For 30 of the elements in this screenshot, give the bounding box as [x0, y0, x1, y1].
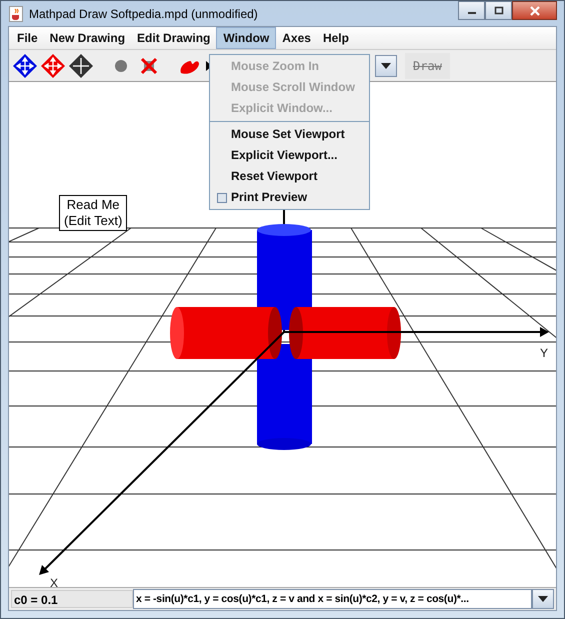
- window-title: Mathpad Draw Softpedia.mpd (unmodified): [29, 6, 259, 20]
- menu-item[interactable]: Axes: [276, 27, 317, 49]
- maximize-icon: [494, 6, 504, 15]
- close-button[interactable]: [512, 1, 557, 20]
- menu-item[interactable]: Reset Viewport: [210, 166, 369, 187]
- menu-item[interactable]: Window: [216, 27, 276, 49]
- menu-item[interactable]: Help: [316, 27, 355, 49]
- java-cup-icon: [9, 6, 23, 22]
- diamond-arrows-icon[interactable]: [11, 52, 39, 80]
- checkbox[interactable]: [217, 192, 227, 202]
- axis-label: Y: [540, 346, 548, 360]
- axis-label: X: [50, 576, 58, 587]
- caret-icon: [538, 596, 548, 602]
- text-note[interactable]: Read Me (Edit Text): [59, 195, 128, 231]
- menu-item[interactable]: Edit Drawing: [131, 27, 216, 49]
- close-icon: [528, 6, 540, 16]
- menu-item[interactable]: File: [11, 27, 44, 49]
- constant-field[interactable]: c0 = 0.1: [11, 590, 133, 608]
- menu-item[interactable]: Mouse Set Viewport: [210, 124, 369, 145]
- minimize-button[interactable]: [458, 1, 485, 20]
- dark-diamond-icon[interactable]: [67, 52, 95, 80]
- dropdown-button[interactable]: [532, 589, 554, 609]
- caret-icon: [381, 62, 391, 68]
- maximize-button[interactable]: [485, 1, 512, 20]
- diamond-arrows-icon[interactable]: [39, 52, 67, 80]
- dropdown-button[interactable]: [375, 54, 397, 76]
- equation-dropdown[interactable]: x = -sin(u)*c1, y = cos(u)*c1, z = v and x = sin(u)*c2, y = v, z = cos(u)*...: [133, 589, 532, 609]
- menu-item[interactable]: Explicit Viewport...: [210, 145, 369, 166]
- menu-item[interactable]: Print Preview: [231, 187, 308, 208]
- menu-item[interactable]: New Drawing: [44, 27, 132, 49]
